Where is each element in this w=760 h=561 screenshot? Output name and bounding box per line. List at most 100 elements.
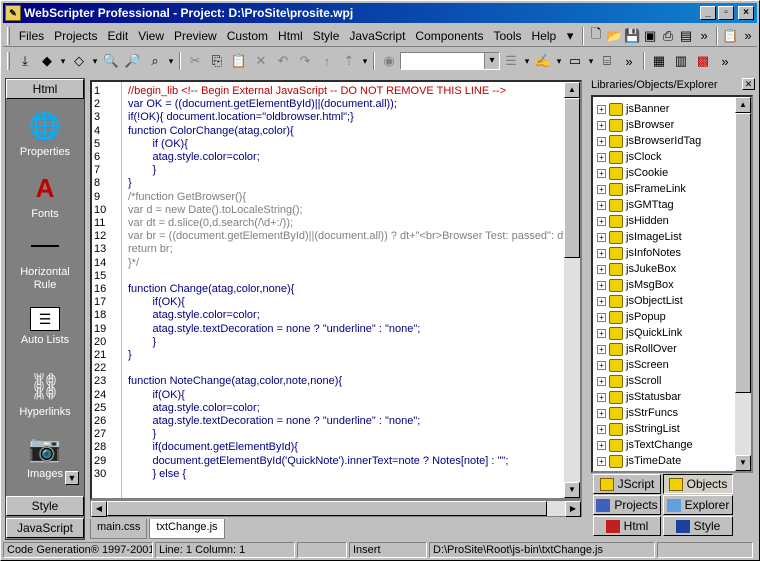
expand-icon[interactable]: + bbox=[597, 424, 606, 434]
tree-vertical-scrollbar[interactable]: ▲ ▼ bbox=[735, 97, 751, 471]
tree-item[interactable]: + jsTimeDate bbox=[597, 453, 681, 469]
objects-tree[interactable]: ▲ ▼ + jsBanner + jsBrowser + jsBrowserIdTag + j… bbox=[591, 95, 753, 473]
code-line[interactable]: var dt = d.slice(0,d.search(/\d+:/)); bbox=[128, 217, 293, 229]
tab-jscript[interactable]: JScript bbox=[593, 474, 661, 494]
preview-icon[interactable]: ▤ bbox=[677, 26, 695, 46]
find-icon[interactable]: 🔍 bbox=[100, 51, 122, 71]
expand-icon[interactable]: + bbox=[597, 200, 606, 210]
editor-horizontal-scrollbar[interactable]: ◀ ▶ bbox=[90, 500, 582, 517]
tree-item[interactable]: + jsJukeBox bbox=[597, 261, 676, 277]
insert-icon[interactable]: ⤓ bbox=[14, 51, 36, 71]
expand-icon[interactable]: + bbox=[597, 248, 606, 258]
code-line[interactable]: atag.style.textDecoration = none ? "unde… bbox=[128, 415, 420, 427]
color-palette-icon[interactable]: ▩ bbox=[692, 51, 714, 71]
scroll-down-button[interactable]: ▼ bbox=[65, 471, 79, 485]
tree-item[interactable]: + jsInfoNotes bbox=[597, 245, 681, 261]
menu-projects[interactable]: Projects bbox=[49, 27, 102, 45]
code-line[interactable]: atag.style.color=color; bbox=[128, 402, 259, 414]
style-panel-tab[interactable]: Style bbox=[6, 496, 84, 516]
menu-style[interactable]: Style bbox=[308, 27, 345, 45]
code-line[interactable]: function ColorChange(atag,color){ bbox=[128, 125, 294, 137]
properties-tool[interactable]: 🌐 Properties bbox=[6, 109, 84, 159]
code-line[interactable]: } bbox=[128, 336, 156, 348]
code-line[interactable]: document.getElementById('QuickNote').inn… bbox=[128, 455, 508, 467]
dropdown-arrow-icon[interactable]: ▾ bbox=[586, 51, 596, 71]
page-icon[interactable]: ▦ bbox=[648, 51, 670, 71]
tree-item[interactable]: + jsCookie bbox=[597, 165, 668, 181]
expand-icon[interactable]: + bbox=[597, 232, 606, 242]
new-file-icon[interactable]: 🗋 bbox=[587, 26, 605, 46]
tree-item[interactable]: + jsTextChange bbox=[597, 437, 693, 453]
bookmark-icon[interactable]: ◆ bbox=[36, 51, 58, 71]
code-line[interactable]: function NoteChange(atag,color,note,none… bbox=[128, 375, 342, 387]
form-icon[interactable]: ⌸ bbox=[596, 51, 618, 71]
tree-item[interactable]: + jsScroll bbox=[597, 373, 661, 389]
tree-item[interactable]: + jsBrowser bbox=[597, 117, 674, 133]
expand-icon[interactable]: + bbox=[597, 136, 606, 146]
code-line[interactable]: function Change(atag,color,none){ bbox=[128, 283, 294, 295]
tree-item[interactable]: + jsMsgBox bbox=[597, 277, 674, 293]
layout-icon[interactable]: ▥ bbox=[670, 51, 692, 71]
expand-icon[interactable]: + bbox=[597, 296, 606, 306]
auto-lists-tool[interactable]: ☰ Auto Lists bbox=[6, 307, 84, 346]
horizontal-rule-tool[interactable]: Horizontal Rule bbox=[6, 229, 84, 292]
maximize-button[interactable]: ▫ bbox=[718, 6, 734, 20]
expand-icon[interactable]: + bbox=[597, 328, 606, 338]
hscroll-thumb[interactable] bbox=[107, 501, 547, 516]
chevron-more-icon[interactable]: » bbox=[695, 26, 713, 46]
tree-item[interactable]: + jsGMTtag bbox=[597, 197, 674, 213]
tab-objects[interactable]: Objects bbox=[663, 474, 733, 494]
expand-icon[interactable]: + bbox=[597, 152, 606, 162]
hyperlinks-tool[interactable]: ⛓ Hyperlinks bbox=[6, 369, 84, 419]
code-line[interactable]: if (OK){ bbox=[128, 138, 187, 150]
editor-vertical-scrollbar[interactable]: ▲ ▼ bbox=[564, 82, 580, 498]
code-line[interactable]: } else { bbox=[128, 468, 186, 480]
tab-html[interactable]: Html bbox=[593, 516, 661, 536]
chevron-more-icon[interactable]: » bbox=[618, 51, 640, 71]
expand-icon[interactable]: + bbox=[597, 440, 606, 450]
code-area[interactable]: //begin_lib <!-- Begin External JavaScri… bbox=[128, 82, 566, 498]
html-panel-header[interactable]: Html bbox=[6, 79, 84, 99]
scroll-left-icon[interactable]: ◀ bbox=[91, 501, 107, 517]
redo-icon[interactable]: ↷ bbox=[294, 51, 316, 71]
tree-item[interactable]: + jsScreen bbox=[597, 357, 669, 373]
scroll-right-icon[interactable]: ▶ bbox=[565, 501, 581, 517]
tree-scroll-thumb[interactable] bbox=[735, 113, 751, 393]
code-line[interactable]: var br = ((document.getElementById)||(do… bbox=[128, 230, 566, 242]
tree-item[interactable]: + jsBanner bbox=[597, 101, 669, 117]
code-line[interactable]: atag.style.textDecoration = none ? "unde… bbox=[128, 323, 420, 335]
expand-icon[interactable]: + bbox=[597, 360, 606, 370]
dropdown-arrow-icon[interactable]: ▾ bbox=[360, 51, 370, 71]
toolbar-grip[interactable] bbox=[7, 52, 10, 70]
expand-icon[interactable]: + bbox=[597, 104, 606, 114]
code-line[interactable]: //begin_lib <!-- Begin External JavaScri… bbox=[128, 85, 506, 97]
clipboard-icon[interactable]: 📋 bbox=[721, 26, 739, 46]
chevron-more-icon[interactable]: » bbox=[714, 51, 736, 71]
code-line[interactable]: if(OK){ bbox=[128, 389, 184, 401]
dropdown-arrow-icon[interactable]: ▾ bbox=[58, 51, 68, 71]
dropdown-arrow-icon[interactable]: ▾ bbox=[90, 51, 100, 71]
save-icon[interactable]: 💾 bbox=[623, 26, 641, 46]
code-line[interactable]: } bbox=[128, 164, 156, 176]
expand-icon[interactable]: + bbox=[597, 392, 606, 402]
style-combo[interactable] bbox=[400, 52, 500, 70]
code-line[interactable]: } bbox=[128, 349, 132, 361]
tree-item[interactable]: + jsHidden bbox=[597, 213, 669, 229]
code-line[interactable]: if(!OK){ document.location="oldbrowser.h… bbox=[128, 111, 354, 123]
tree-item[interactable]: + jsObjectList bbox=[597, 293, 683, 309]
eye-preview-icon[interactable]: ◉ bbox=[378, 51, 400, 71]
menu-javascript[interactable]: JavaScript bbox=[344, 27, 410, 45]
save-all-icon[interactable]: ▣ bbox=[641, 26, 659, 46]
undo-icon[interactable]: ↶ bbox=[272, 51, 294, 71]
expand-icon[interactable]: + bbox=[597, 264, 606, 274]
fonts-tool[interactable]: A Fonts bbox=[6, 171, 84, 221]
tree-item[interactable]: + jsStrFuncs bbox=[597, 405, 678, 421]
delete-icon[interactable]: ✕ bbox=[250, 51, 272, 71]
tree-item[interactable]: + jsStringList bbox=[597, 421, 680, 437]
scroll-thumb[interactable] bbox=[564, 98, 580, 258]
code-line[interactable]: atag.style.color=color; bbox=[128, 309, 259, 321]
expand-icon[interactable]: + bbox=[597, 456, 606, 466]
scroll-up-icon[interactable]: ▲ bbox=[564, 82, 580, 98]
javascript-panel-tab[interactable]: JavaScript bbox=[6, 518, 84, 538]
tab-style[interactable]: Style bbox=[663, 516, 733, 536]
